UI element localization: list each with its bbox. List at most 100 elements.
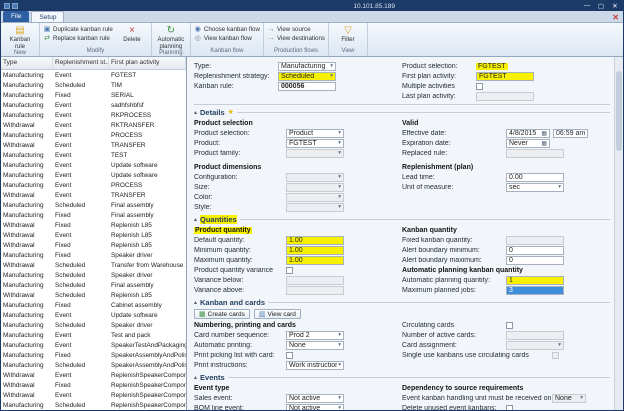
table-row[interactable]: ManufacturingScheduledReplenishSpeakerCo… (1, 400, 186, 410)
field-input[interactable]: Never▦ (506, 139, 550, 148)
dropdown-arrow-icon[interactable]: ▾ (330, 73, 333, 79)
field-input[interactable]: 3 (506, 286, 564, 295)
table-row[interactable]: ManufacturingScheduledSpeakerAssemblyAnd… (1, 360, 186, 370)
field-input[interactable]: sec▾ (506, 183, 564, 192)
checkbox[interactable] (506, 405, 513, 411)
ribbon-button-view-source[interactable]: →View source (267, 25, 325, 33)
dropdown-arrow-icon[interactable]: ▾ (338, 395, 341, 401)
dropdown-arrow-icon[interactable]: ▾ (338, 204, 341, 210)
quick-access-icon[interactable] (12, 3, 18, 9)
field-input[interactable]: None▾ (552, 394, 586, 403)
table-row[interactable]: ManufacturingFixedCabinet assembly (1, 300, 186, 310)
table-row[interactable]: WithdrawalEventReplenish L85 (1, 230, 186, 240)
table-row[interactable]: ManufacturingScheduledFinal assembly (1, 280, 186, 290)
ribbon-button-automatic-planning[interactable]: ↻Automatic planning (155, 24, 187, 50)
field-input[interactable] (506, 236, 564, 245)
form-scrollbar[interactable] (614, 57, 623, 410)
field-input[interactable]: 4/8/2015▦ (506, 129, 550, 138)
table-row[interactable]: ManufacturingEventTest and pack (1, 330, 186, 340)
field-input[interactable]: ▾ (286, 203, 344, 212)
field-input[interactable]: ▾ (286, 149, 344, 158)
checkbox[interactable] (286, 267, 293, 274)
ribbon-button-replace-kanban-rule[interactable]: ⇄Replace kanban rule (43, 34, 113, 42)
table-row[interactable]: ManufacturingEventPROCESS (1, 180, 186, 190)
table-row[interactable]: ManufacturingScheduledSpeaker driver (1, 320, 186, 330)
ribbon-button-view-destinations[interactable]: →View destinations (267, 34, 325, 42)
dropdown-arrow-icon[interactable]: ▾ (558, 342, 561, 348)
ribbon-button-delete[interactable]: ×Delete (116, 24, 148, 44)
ribbon-button-kanban-rule[interactable]: ▤Kanban rule (4, 24, 36, 50)
table-row[interactable]: ManufacturingFixedSERIAL (1, 90, 186, 100)
dropdown-arrow-icon[interactable]: ▾ (338, 362, 341, 368)
field-input[interactable]: Prod 2▾ (286, 331, 344, 340)
close-form-icon[interactable]: ✕ (612, 13, 621, 22)
calendar-icon[interactable]: ▦ (541, 130, 547, 137)
table-row[interactable]: WithdrawalFixedReplenishSpeakerComponent… (1, 380, 186, 390)
field-input[interactable] (286, 286, 344, 295)
table-row[interactable]: WithdrawalScheduledReplenish L85 (1, 290, 186, 300)
table-row[interactable]: WithdrawalEventReplenishSpeakerComponent… (1, 390, 186, 400)
table-row[interactable]: ManufacturingEventUpdate software (1, 160, 186, 170)
section-header-events[interactable]: ▴ Events (194, 371, 610, 383)
close-button[interactable]: ✕ (610, 2, 620, 10)
table-row[interactable]: ManufacturingEventUpdate software (1, 310, 186, 320)
field-input[interactable]: 1.00 (286, 256, 344, 265)
dropdown-arrow-icon[interactable]: ▾ (330, 63, 333, 69)
dropdown-arrow-icon[interactable]: ▾ (580, 395, 583, 401)
field-input[interactable]: Not active▾ (286, 404, 344, 411)
field-input[interactable]: Work instructions▾ (286, 361, 344, 370)
field-input[interactable]: 0 (506, 256, 564, 265)
button-create-cards[interactable]: ▦Create cards (194, 309, 250, 319)
field-input[interactable]: 1.00 (286, 236, 344, 245)
grid-column-header-type[interactable]: Type (1, 57, 53, 69)
field-input[interactable] (506, 149, 564, 158)
calendar-icon[interactable]: ▦ (541, 140, 547, 147)
ribbon-button-choose-kanban-flow[interactable]: ◉Choose kanban flow (194, 25, 260, 33)
dropdown-arrow-icon[interactable]: ▾ (338, 174, 341, 180)
field-input[interactable]: Scheduled▾ (278, 72, 336, 81)
checkbox[interactable] (552, 352, 559, 359)
field-input[interactable]: ▾ (286, 183, 344, 192)
ribbon-button-filter[interactable]: ▽Filter (332, 24, 364, 44)
table-row[interactable]: ManufacturingScheduledTIM (1, 80, 186, 90)
dropdown-arrow-icon[interactable]: ▾ (558, 184, 561, 190)
dropdown-arrow-icon[interactable]: ▾ (338, 140, 341, 146)
field-input[interactable]: FGTEST▾ (286, 139, 344, 148)
table-row[interactable]: WithdrawalFixedReplenish L85 (1, 240, 186, 250)
table-row[interactable]: ManufacturingEventUpdate software (1, 170, 186, 180)
table-row[interactable]: ManufacturingEventPROCESS (1, 130, 186, 140)
table-row[interactable]: ManufacturingEventTEST (1, 150, 186, 160)
tab-setup[interactable]: Setup (31, 11, 64, 22)
maximize-button[interactable]: ▢ (596, 2, 606, 10)
field-input[interactable]: ▾ (506, 341, 564, 350)
dropdown-arrow-icon[interactable]: ▾ (338, 405, 341, 410)
table-row[interactable]: ManufacturingFixedFinal assembly (1, 210, 186, 220)
checkbox[interactable] (506, 322, 513, 329)
table-row[interactable]: WithdrawalScheduledTransfer from Warehou… (1, 260, 186, 270)
grid-column-header-replenishment-st[interactable]: Replenishment st... (53, 57, 109, 69)
dropdown-arrow-icon[interactable]: ▾ (338, 130, 341, 136)
table-row[interactable]: WithdrawalEventRKTRANSFER (1, 120, 186, 130)
table-row[interactable]: WithdrawalEventTRANSFER (1, 190, 186, 200)
grid-column-header-first-plan-activity[interactable]: First plan activity (109, 57, 186, 69)
table-row[interactable]: ManufacturingEventFGTEST (1, 70, 186, 80)
table-row[interactable]: ManufacturingEventSpeakerTestAndPackagin… (1, 340, 186, 350)
dropdown-arrow-icon[interactable]: ▾ (338, 332, 341, 338)
table-row[interactable]: ManufacturingFixedSpeakerAssemblyAndPoli… (1, 350, 186, 360)
dropdown-arrow-icon[interactable]: ▾ (338, 342, 341, 348)
field-input[interactable] (476, 92, 534, 101)
table-row[interactable]: ManufacturingScheduledFinal assembly (1, 200, 186, 210)
field-input[interactable]: ▾ (286, 193, 344, 202)
field-input[interactable]: Manufacturing▾ (278, 62, 336, 71)
field-input[interactable]: 1 (506, 276, 564, 285)
field-input[interactable]: FGTEST (476, 72, 534, 81)
section-header-details[interactable]: ▴ Details ★ (194, 106, 610, 118)
dropdown-arrow-icon[interactable]: ▾ (338, 184, 341, 190)
field-input[interactable]: 000056 (278, 82, 336, 91)
table-row[interactable]: ManufacturingFixedSpeaker driver (1, 250, 186, 260)
field-input[interactable]: ▾ (286, 173, 344, 182)
checkbox[interactable] (476, 83, 483, 90)
scrollbar-thumb[interactable] (616, 71, 622, 151)
field-input[interactable] (506, 331, 564, 340)
checkbox[interactable] (286, 352, 293, 359)
